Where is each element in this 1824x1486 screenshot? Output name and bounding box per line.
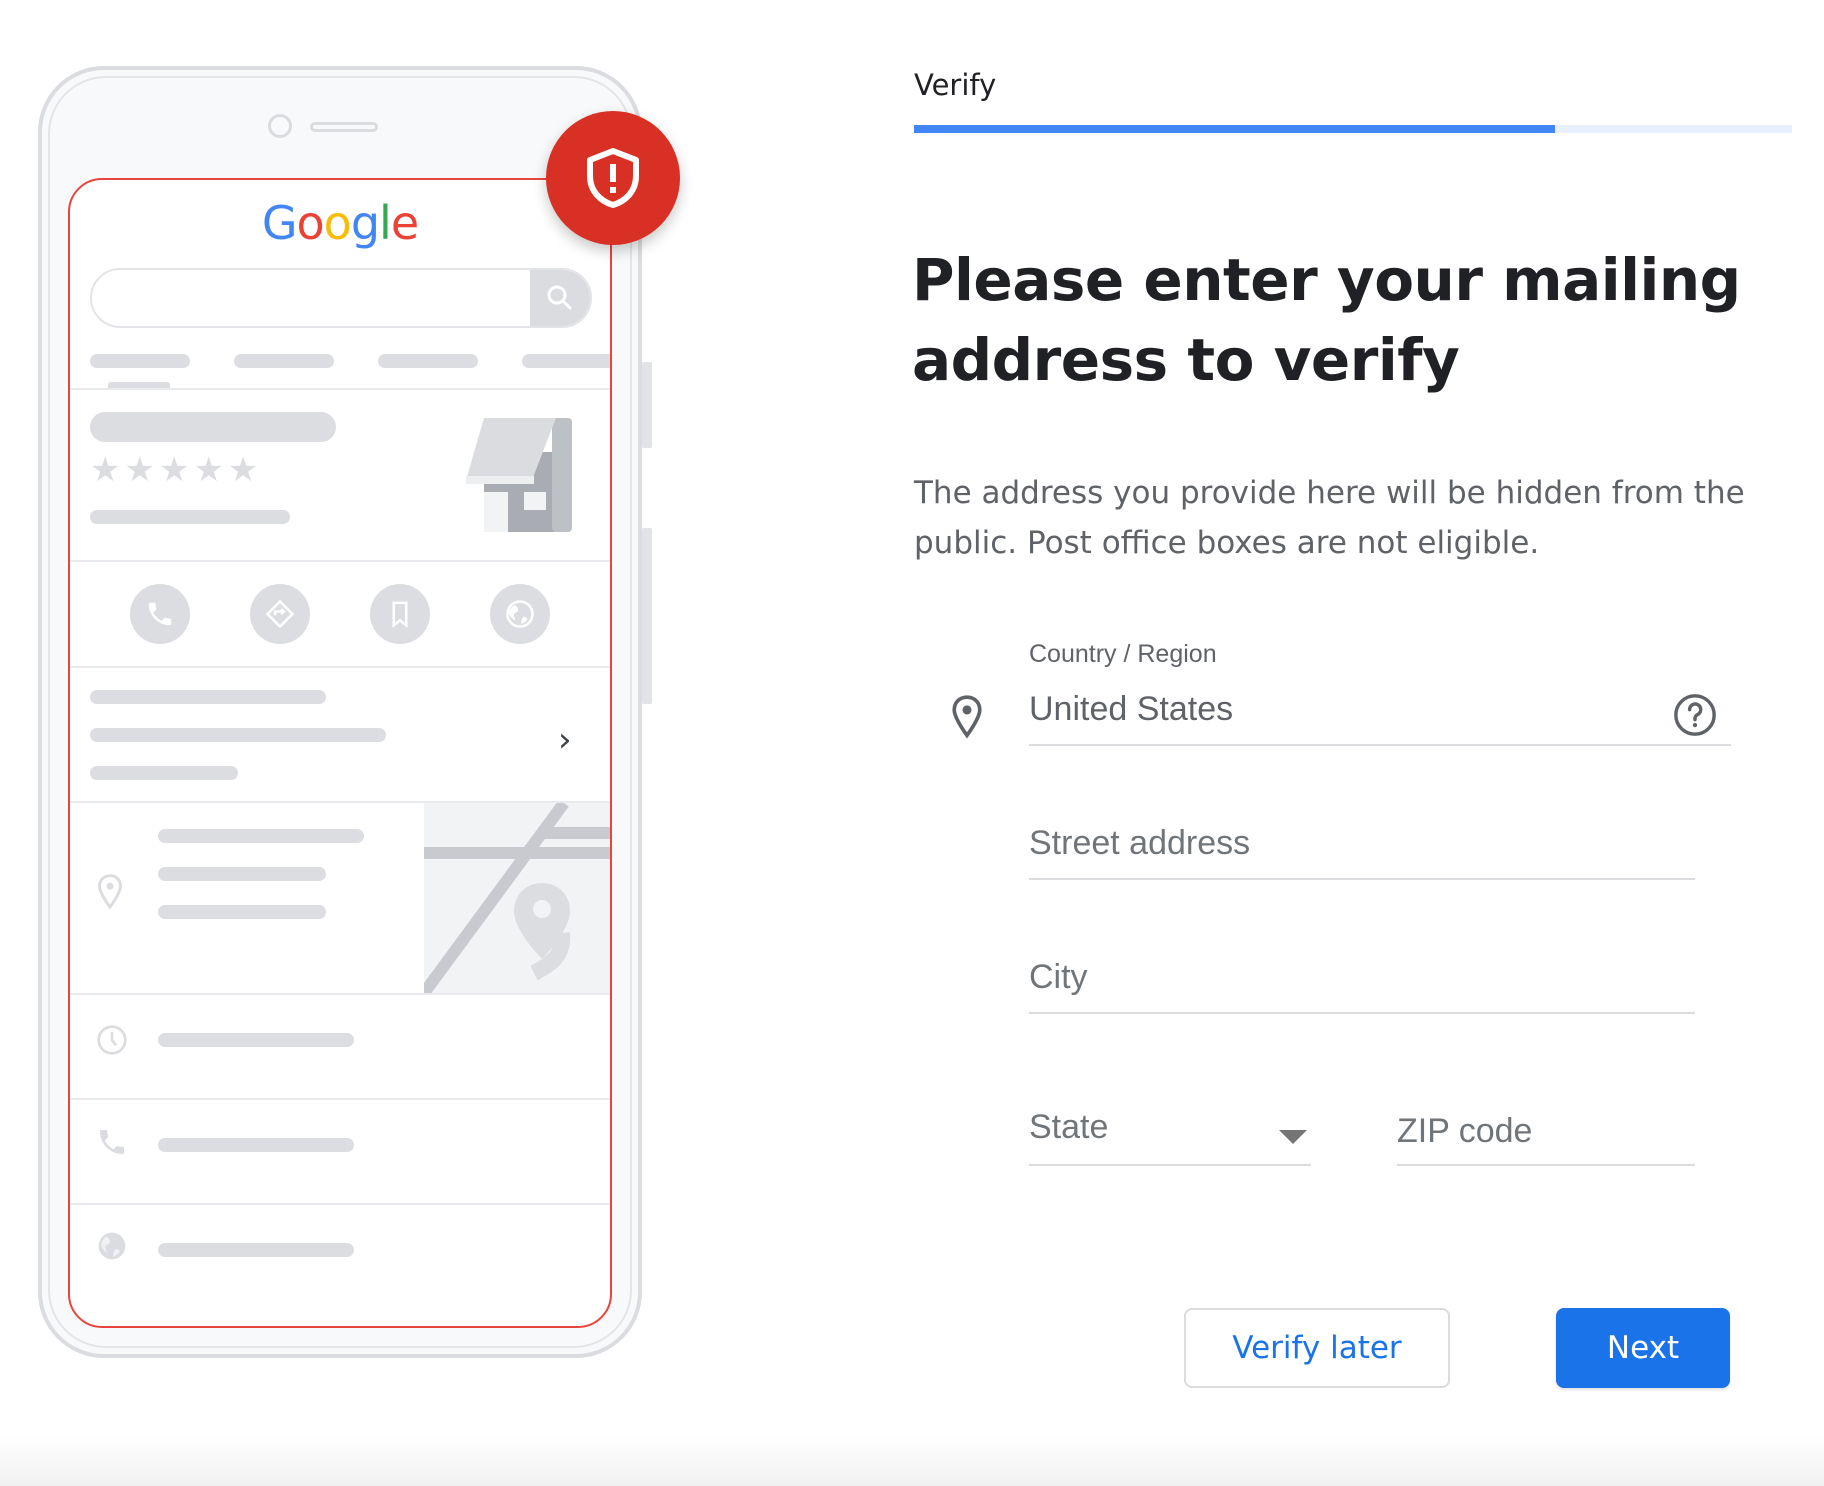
logo-letter: e	[390, 196, 419, 250]
location-pin-icon	[98, 874, 122, 910]
chevron-right-icon: ›	[558, 720, 572, 760]
mock-tab	[522, 354, 610, 368]
help-circle-icon[interactable]	[1672, 692, 1718, 738]
divider	[70, 1098, 610, 1100]
globe-icon	[506, 600, 534, 628]
directions-icon	[265, 599, 295, 629]
phone-speaker	[310, 122, 378, 132]
mock-line	[158, 829, 364, 843]
mock-search-button	[530, 270, 590, 326]
phone-icon	[100, 1130, 124, 1154]
divider	[70, 560, 610, 562]
globe-icon	[98, 1232, 126, 1260]
phone-camera	[268, 114, 292, 138]
dropdown-arrow-icon[interactable]	[1279, 1130, 1307, 1144]
bookmark-icon	[392, 601, 408, 628]
mock-map	[424, 803, 610, 993]
city-input[interactable]	[1029, 958, 1695, 997]
rating-stars: ★★★★★	[90, 451, 263, 489]
page-description: The address you provide here will be hid…	[914, 475, 1745, 561]
mock-business-name	[90, 412, 336, 442]
search-icon	[547, 285, 572, 310]
divider	[70, 388, 610, 390]
mock-line	[90, 690, 326, 704]
google-logo: Google	[70, 196, 610, 250]
mock-tab	[90, 354, 190, 368]
action-save	[370, 584, 430, 644]
clock-icon	[97, 1025, 127, 1055]
mock-search-bar	[90, 268, 592, 328]
mock-line	[90, 766, 238, 780]
progress-bar	[914, 125, 1792, 133]
phone-side-button	[642, 528, 652, 704]
state-dropdown[interactable]	[1029, 1108, 1311, 1166]
street-address-field[interactable]	[1029, 824, 1695, 880]
action-website	[490, 584, 550, 644]
state-select[interactable]	[1029, 1108, 1249, 1147]
divider	[70, 666, 610, 668]
phone-screen: Google ★★★★★ ›	[68, 178, 612, 1328]
mock-line	[90, 510, 290, 524]
map-graphic	[424, 803, 610, 993]
logo-letter: l	[379, 196, 392, 250]
alert-badge	[546, 111, 680, 245]
progress-bar-fill	[914, 125, 1555, 133]
mock-line	[158, 1243, 354, 1257]
action-directions	[250, 584, 310, 644]
divider	[70, 1203, 610, 1205]
mock-tab	[234, 354, 334, 368]
mock-line	[158, 867, 326, 881]
step-title: Verify	[914, 68, 997, 102]
shield-alert-icon	[587, 148, 639, 208]
page-heading: Please enter your mailing address to ver…	[912, 246, 1741, 394]
logo-letter: g	[350, 196, 380, 250]
location-pin-icon	[952, 695, 982, 739]
mock-line	[158, 905, 326, 919]
logo-letter: G	[261, 196, 298, 250]
country-input[interactable]	[1029, 690, 1649, 729]
country-field[interactable]	[1029, 690, 1731, 746]
country-label: Country / Region	[1029, 640, 1217, 668]
mock-line	[90, 728, 386, 742]
street-address-input[interactable]	[1029, 824, 1695, 863]
mock-line	[158, 1033, 354, 1047]
city-field[interactable]	[1029, 958, 1695, 1014]
zip-code-input[interactable]	[1397, 1112, 1695, 1151]
divider	[70, 993, 610, 995]
logo-letter: o	[296, 196, 325, 250]
next-button[interactable]: Next	[1556, 1308, 1730, 1388]
logo-letter: o	[323, 196, 352, 250]
action-call	[130, 584, 190, 644]
page-bottom-edge	[0, 1436, 1824, 1486]
mock-tab	[378, 354, 478, 368]
phone-side-button	[642, 362, 652, 448]
phone-icon	[148, 602, 172, 626]
verify-later-button[interactable]: Verify later	[1184, 1308, 1450, 1388]
zip-code-field[interactable]	[1397, 1112, 1695, 1166]
mock-line	[158, 1138, 354, 1152]
storefront-icon	[466, 418, 572, 532]
